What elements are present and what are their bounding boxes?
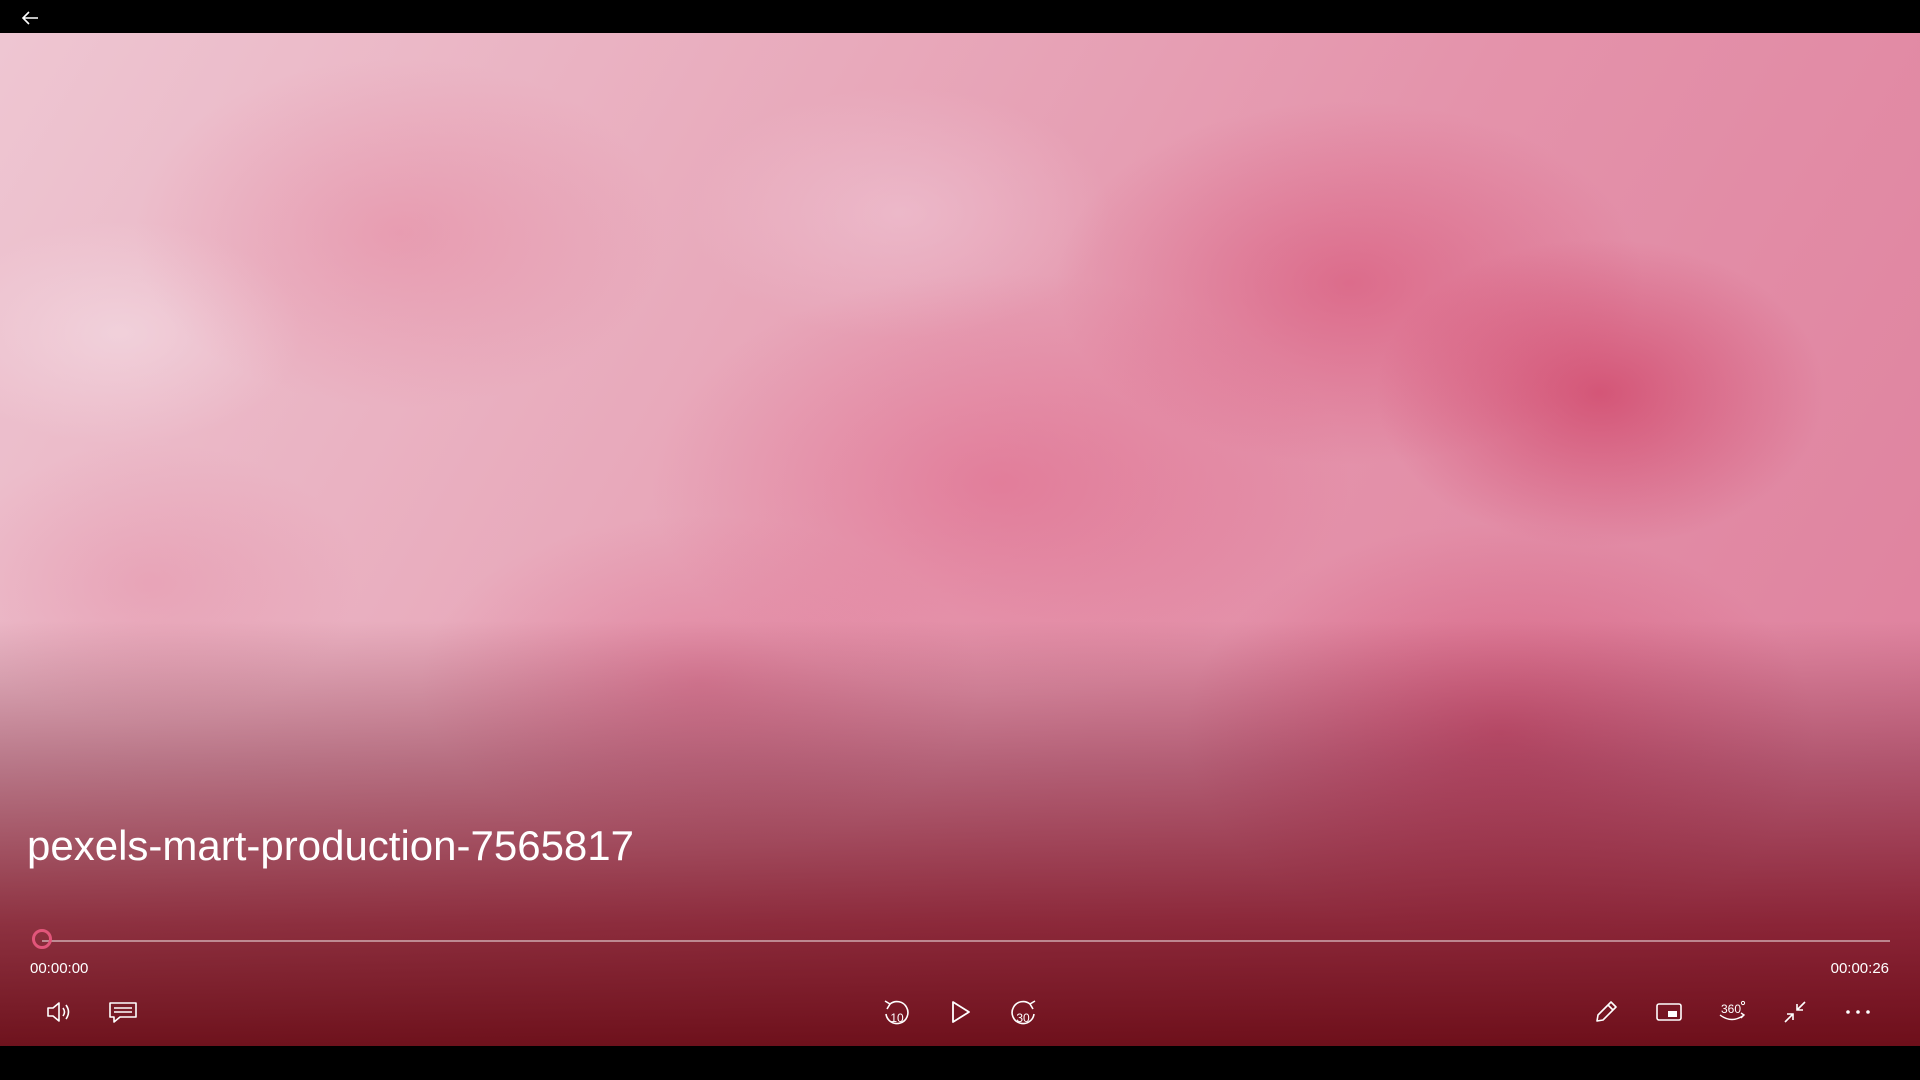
360-label: 360 [1721,1002,1741,1016]
elapsed-time: 00:00:00 [30,960,89,977]
speaker-icon [45,1000,75,1024]
captions-icon [108,1000,138,1024]
exit-fullscreen-icon [1781,998,1809,1026]
more-options-button[interactable] [1836,994,1880,1030]
exit-fullscreen-button[interactable] [1773,994,1817,1030]
captions-button[interactable] [101,994,145,1030]
seek-bar[interactable] [42,940,1890,942]
total-time: 00:00:26 [1830,960,1889,977]
360-video-button[interactable]: 360 [1710,994,1754,1030]
mini-view-button[interactable] [1647,994,1691,1030]
skip-forward-30-button[interactable]: 30 [1001,994,1045,1030]
volume-button[interactable] [38,994,82,1030]
rewind-10-label: 10 [890,1011,904,1025]
bottom-letterbox [0,1046,1920,1080]
rewind-10-icon: 10 [881,996,913,1028]
play-icon [947,998,973,1026]
pencil-icon [1592,998,1620,1026]
forward-30-label: 30 [1016,1011,1030,1025]
title-bar [0,0,1920,33]
edit-button[interactable] [1584,994,1628,1030]
seek-thumb[interactable] [32,929,52,949]
arrow-left-icon [21,10,39,31]
mini-view-icon [1654,1000,1684,1024]
controls-gradient-overlay [0,33,1920,1046]
skip-back-10-button[interactable]: 10 [875,994,919,1030]
video-title: pexels-mart-production-7565817 [27,822,635,869]
play-button[interactable] [938,994,982,1030]
forward-30-icon: 30 [1007,996,1039,1028]
360-icon: 360 [1715,998,1749,1026]
ellipsis-icon [1844,1008,1872,1016]
